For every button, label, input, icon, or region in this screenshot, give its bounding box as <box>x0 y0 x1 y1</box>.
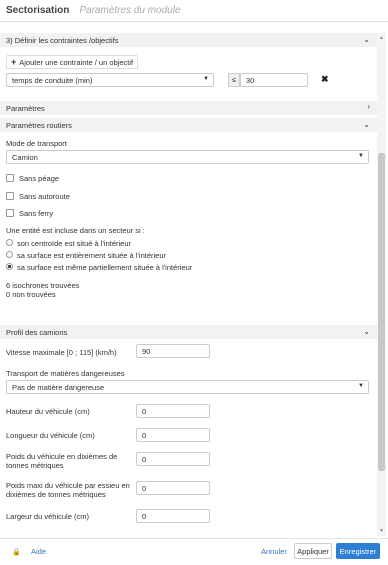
speed-value: 90 <box>142 346 151 356</box>
routiers-section-title: Paramètres routiers <box>6 120 72 130</box>
constraints-section-header[interactable]: 3) Définir les contraintes /objectifs ⌄ <box>0 33 377 47</box>
parametres-section-header[interactable]: Paramètres › <box>0 101 377 115</box>
dangerous-goods-value: Pas de matière dangereuse <box>12 382 105 392</box>
plus-icon: + <box>11 57 17 67</box>
add-constraint-button[interactable]: + Ajouter une contrainte / un objectif <box>6 55 139 69</box>
caret-down-icon: ▼ <box>203 76 209 82</box>
radio-entire-surface[interactable] <box>6 251 13 258</box>
checkbox-sans-autoroute[interactable] <box>6 192 14 200</box>
cancel-button[interactable]: Annuler <box>261 547 287 556</box>
height-input[interactable]: 0 <box>136 404 210 418</box>
dangerous-goods-select[interactable]: Pas de matière dangereuse ▼ <box>6 380 369 394</box>
checkbox-label: Sans péage <box>19 174 60 183</box>
weight-value: 0 <box>142 454 147 464</box>
constraint-select-value: temps de conduite (min) <box>12 75 93 85</box>
constraint-value-input[interactable]: 30 <box>240 73 308 87</box>
chevron-down-icon[interactable]: ⌄ <box>363 35 370 44</box>
speed-label: Vitesse maximale [0 ; 115] (km/h) <box>6 348 117 357</box>
caret-down-icon: ▼ <box>358 383 364 389</box>
constraint-value: 30 <box>246 75 255 85</box>
caret-down-icon: ▼ <box>358 153 364 159</box>
isochrones-found-text: 6 isochrones trouvées <box>6 281 80 290</box>
not-found-text: 0 non trouvées <box>6 290 56 299</box>
operator-box: ≤ <box>228 73 240 87</box>
add-constraint-label: Ajouter une contrainte / un objectif <box>19 57 134 67</box>
axle-weight-label: Poids maxi du véhicule par essieu en dix… <box>6 481 130 499</box>
height-value: 0 <box>142 406 147 416</box>
constraint-select[interactable]: temps de conduite (min) ▼ <box>6 73 214 87</box>
scroll-up-icon[interactable]: ▲ <box>379 35 384 41</box>
width-label: Largeur du véhicule (cm) <box>6 512 89 521</box>
inclusion-label: Une entité est incluse dans un secteur s… <box>6 226 145 235</box>
help-link[interactable]: Aide <box>31 547 46 556</box>
lock-icon[interactable]: 🔒 <box>12 548 21 556</box>
camions-section-title: Profil des camions <box>6 327 68 337</box>
weight-input[interactable]: 0 <box>136 452 210 466</box>
routiers-section-header[interactable]: Paramètres routiers ⌄ <box>0 118 377 132</box>
axle-weight-value: 0 <box>142 483 147 493</box>
footer-bar: 🔒 Aide Annuler Appliquer Enregistrer <box>0 538 388 565</box>
apply-button[interactable]: Appliquer <box>294 543 332 559</box>
remove-constraint-icon[interactable]: ✖ <box>321 74 329 85</box>
width-input[interactable]: 0 <box>136 509 210 523</box>
dangerous-goods-label: Transport de matières dangereuses <box>6 369 125 378</box>
checkbox-label: Sans ferry <box>19 209 54 218</box>
weight-label: Poids du véhicule en dixièmes de tonnes … <box>6 452 118 470</box>
scrollbar-thumb[interactable] <box>378 153 385 471</box>
camions-section-header[interactable]: Profil des camions ⌄ <box>0 325 377 339</box>
chevron-down-icon[interactable]: ⌄ <box>363 327 370 336</box>
radio-centroid[interactable] <box>6 239 13 246</box>
radio-label: sa surface est même partiellement située… <box>17 263 193 272</box>
constraints-section-title: 3) Définir les contraintes /objectifs <box>6 35 119 45</box>
transport-mode-label: Mode de transport <box>6 139 67 148</box>
length-value: 0 <box>142 430 147 440</box>
radio-label: son centroïde est situé à l'intérieur <box>17 239 131 248</box>
transport-mode-select[interactable]: Camion ▼ <box>6 150 369 164</box>
module-header: Sectorisation Paramètres du module <box>0 0 388 22</box>
module-subtitle: Paramètres du module <box>79 5 181 16</box>
length-input[interactable]: 0 <box>136 428 210 442</box>
checkbox-sans-ferry[interactable] <box>6 209 14 217</box>
width-value: 0 <box>142 511 147 521</box>
length-label: Longueur du véhicule (cm) <box>6 431 95 440</box>
speed-input[interactable]: 90 <box>136 344 210 358</box>
transport-mode-value: Camion <box>12 152 38 162</box>
checkbox-sans-peage[interactable] <box>6 174 14 182</box>
save-button[interactable]: Enregistrer <box>336 543 380 559</box>
chevron-right-icon[interactable]: › <box>367 102 370 111</box>
module-title: Sectorisation <box>6 5 70 16</box>
checkbox-label: Sans autoroute <box>19 192 70 201</box>
radio-partial-surface[interactable] <box>6 263 13 270</box>
chevron-down-icon[interactable]: ⌄ <box>363 120 370 129</box>
vertical-scrollbar[interactable]: ▲ ▼ <box>377 33 386 536</box>
radio-label: sa surface est entièrement située à l'in… <box>17 251 167 260</box>
axle-weight-input[interactable]: 0 <box>136 481 210 495</box>
scroll-down-icon[interactable]: ▼ <box>379 528 384 534</box>
operator-symbol: ≤ <box>232 76 236 84</box>
parametres-section-title: Paramètres <box>6 103 45 113</box>
height-label: Hauteur du véhicule (cm) <box>6 407 90 416</box>
